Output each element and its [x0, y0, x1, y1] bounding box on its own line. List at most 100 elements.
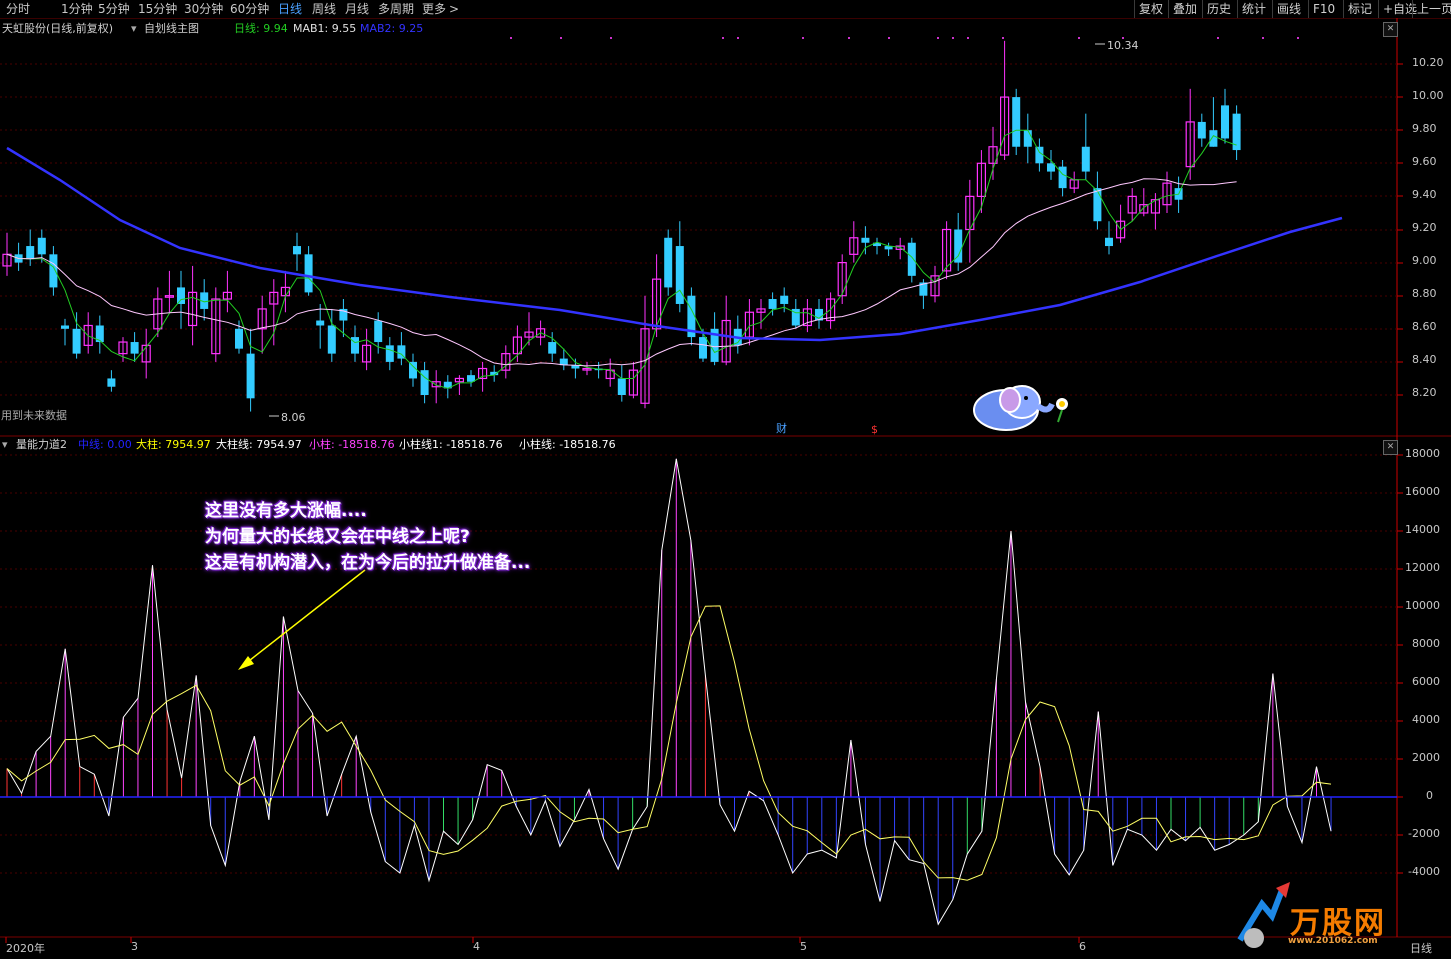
- elephant-mascot-icon: [966, 378, 1076, 438]
- annotation-text: 这里没有多大涨幅.... 为何量大的长线又会在中线之上呢? 这是有机构潜入，在为…: [205, 498, 530, 576]
- y-tick: 12000: [1405, 561, 1440, 574]
- close-icon[interactable]: ✕: [1383, 22, 1398, 37]
- legend-small-bar-line: 小柱线: -18518.76: [519, 438, 616, 451]
- y-tick: 14000: [1405, 523, 1440, 536]
- signal-dot: [1262, 37, 1264, 39]
- candle-body: [409, 361, 417, 379]
- signal-dot: [1297, 37, 1299, 39]
- candle-body: [768, 299, 777, 309]
- signal-dot: [722, 37, 724, 39]
- y-tick: 9.20: [1412, 221, 1437, 234]
- y-tick: 9.60: [1412, 155, 1437, 168]
- candle-body: [1197, 121, 1206, 139]
- annotation-line: 这是有机构潜入，在为今后的拉升做准备...: [205, 553, 531, 573]
- candle-body: [374, 320, 383, 343]
- legend-midline: 中线: 0.00: [78, 438, 132, 451]
- candle-body: [37, 237, 46, 255]
- y-tick: 16000: [1405, 485, 1440, 498]
- legend-daily-line: 日线: 9.94: [234, 22, 288, 35]
- y-tick: 8.20: [1412, 386, 1437, 399]
- candle-body: [1012, 97, 1021, 147]
- candle-body: [780, 295, 789, 304]
- y-tick: 8.40: [1412, 353, 1437, 366]
- low-price-marker: 8.06: [281, 411, 306, 424]
- sub-indicator-name[interactable]: 量能力道2: [16, 437, 67, 453]
- y-tick: 4000: [1412, 713, 1440, 726]
- legend-big-bar: 大柱: 7954.97: [136, 438, 211, 451]
- y-tick: 8.80: [1412, 287, 1437, 300]
- candle-body: [1058, 166, 1067, 189]
- candle-body: [1081, 146, 1090, 172]
- finance-marker[interactable]: 财: [776, 421, 787, 437]
- high-price-marker: 10.34: [1107, 39, 1139, 52]
- signal-dot: [1217, 37, 1219, 39]
- candle-body: [316, 320, 325, 326]
- signal-dot: [937, 37, 939, 39]
- close-sub-icon[interactable]: ✕: [1383, 440, 1398, 455]
- candle-body: [26, 246, 35, 260]
- annotation-line: 为何量大的长线又会在中线之上呢?: [205, 527, 470, 547]
- dropdown-icon[interactable]: ▾: [131, 21, 137, 37]
- y-tick: 6000: [1412, 675, 1440, 688]
- annotation-line: 这里没有多大涨幅....: [205, 501, 367, 521]
- y-tick: 8.60: [1412, 320, 1437, 333]
- legend-small-bar: 小柱: -18518.76: [309, 438, 395, 451]
- big-bar-line: [6, 605, 1332, 881]
- y-tick: -4000: [1408, 865, 1440, 878]
- candle-body: [699, 337, 707, 359]
- x-label: 6: [1079, 940, 1086, 953]
- y-tick: 2000: [1412, 751, 1440, 764]
- y-tick: 9.40: [1412, 188, 1437, 201]
- signal-dot: [737, 37, 739, 39]
- watermark-url: www.201062.com: [1288, 936, 1378, 946]
- candle-body: [420, 370, 429, 395]
- y-tick: 10.20: [1412, 56, 1444, 69]
- candle-body: [351, 337, 359, 354]
- candle-body: [61, 325, 69, 329]
- candle-body: [107, 378, 116, 387]
- chart-canvas[interactable]: [0, 0, 1451, 959]
- y-tick: 9.00: [1412, 254, 1437, 267]
- candle-body: [1023, 130, 1032, 147]
- candle-body: [548, 342, 557, 354]
- period-label: 日线: [1410, 942, 1432, 955]
- candle-body: [1035, 146, 1044, 164]
- annotation-arrow: [244, 569, 366, 665]
- dropdown-icon[interactable]: ▾: [2, 437, 8, 453]
- candle-body: [130, 342, 139, 354]
- y-tick: 10000: [1405, 599, 1440, 612]
- signal-dot: [952, 37, 954, 39]
- candle-body: [1221, 105, 1229, 139]
- candle-body: [235, 328, 243, 349]
- candle-body: [1093, 188, 1102, 222]
- signal-dot: [510, 37, 512, 39]
- y-tick: 9.80: [1412, 122, 1437, 135]
- x-label: 4: [473, 940, 480, 953]
- x-label: 5: [800, 940, 807, 953]
- candle-body: [907, 242, 916, 276]
- candle-body: [1209, 130, 1218, 147]
- signal-dot: [848, 37, 850, 39]
- signal-dot: [1078, 37, 1080, 39]
- main-indicator-name[interactable]: 自划线主图: [144, 21, 199, 37]
- watermark-logo: 万股网 www.201062.com: [1232, 880, 1402, 952]
- signal-dot: [610, 37, 612, 39]
- candle-body: [246, 353, 255, 399]
- ma-mab2-line: [6, 146, 1343, 342]
- signal-dot: [967, 37, 969, 39]
- ma-mab1-line: [6, 178, 1237, 367]
- y-tick: 10.00: [1412, 89, 1444, 102]
- candle-body: [617, 378, 626, 395]
- y-tick: 8000: [1412, 637, 1440, 650]
- candle-body: [861, 237, 870, 243]
- y-tick: 0: [1426, 789, 1433, 802]
- signal-dot: [802, 37, 804, 39]
- candle-body: [177, 287, 185, 304]
- legend-mab1: MAB1: 9.55: [293, 22, 357, 35]
- candle-body: [293, 246, 301, 255]
- candle-body: [49, 254, 58, 288]
- legend-big-bar-line: 大柱线: 7954.97: [216, 438, 302, 451]
- dividend-marker[interactable]: $: [871, 422, 878, 438]
- future-data-note: 用到未来数据: [1, 409, 67, 422]
- candle-body: [385, 345, 394, 362]
